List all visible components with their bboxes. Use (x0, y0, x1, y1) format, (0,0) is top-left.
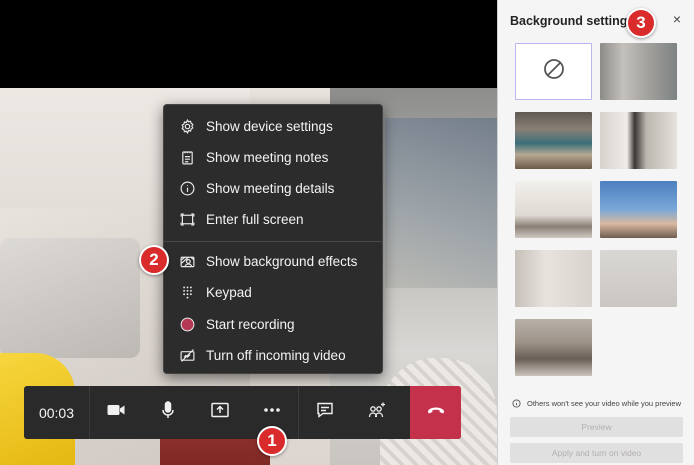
menu-item-turn-off-incoming-video[interactable]: Turn off incoming video (164, 340, 382, 370)
camera-button[interactable] (90, 386, 142, 439)
menu-item-label: Show device settings (206, 118, 333, 134)
callout-badge-3: 3 (626, 8, 656, 38)
call-timer: 00:03 (24, 386, 90, 439)
hang-up-icon (426, 400, 446, 425)
menu-item-background-effects[interactable]: Show background effects (164, 246, 382, 276)
preview-note: Others won't see your video while you pr… (512, 399, 688, 408)
background-option-image[interactable] (515, 250, 592, 307)
menu-item-label: Start recording (206, 316, 295, 332)
apply-and-turn-on-video-button[interactable]: Apply and turn on video (510, 443, 683, 463)
more-actions-icon (262, 400, 282, 425)
menu-item-start-recording[interactable]: Start recording (164, 309, 382, 339)
info-icon (512, 399, 521, 408)
background-option-blur[interactable] (600, 43, 677, 100)
notes-icon (178, 148, 196, 166)
background-option-image[interactable] (515, 112, 592, 169)
close-icon: × (672, 11, 682, 27)
panel-title: Background settings (510, 14, 635, 28)
menu-item-full-screen[interactable]: Enter full screen (164, 204, 382, 234)
background-option-image[interactable] (515, 181, 592, 238)
menu-item-keypad[interactable]: Keypad (164, 277, 382, 307)
video-window (385, 118, 497, 288)
call-control-bar: 00:03 (24, 386, 461, 439)
hang-up-button[interactable] (410, 386, 461, 439)
menu-item-meeting-notes[interactable]: Show meeting notes (164, 142, 382, 172)
share-screen-icon (210, 400, 230, 425)
chat-button[interactable] (299, 386, 351, 439)
callout-badge-1: 1 (257, 426, 287, 456)
microphone-icon (158, 400, 178, 425)
share-screen-button[interactable] (194, 386, 246, 439)
fullscreen-icon (178, 210, 196, 228)
info-icon (178, 179, 196, 197)
background-option-image[interactable] (600, 250, 677, 307)
menu-item-label: Enter full screen (206, 211, 304, 227)
menu-item-label: Show meeting notes (206, 149, 329, 165)
video-object (0, 238, 140, 358)
video-stage: Show device settings Show meeting notes … (0, 0, 497, 465)
video-off-icon (178, 346, 196, 364)
participants-icon (367, 400, 387, 425)
background-option-image[interactable] (600, 181, 677, 238)
menu-item-label: Show background effects (206, 253, 358, 269)
chat-icon (315, 400, 335, 425)
keypad-icon (178, 283, 196, 301)
menu-item-device-settings[interactable]: Show device settings (164, 111, 382, 141)
background-option-image[interactable] (600, 112, 677, 169)
record-icon (178, 315, 196, 333)
background-option-image[interactable] (515, 319, 592, 376)
more-actions-menu: Show device settings Show meeting notes … (163, 104, 383, 374)
menu-divider (164, 241, 382, 242)
menu-item-label: Turn off incoming video (206, 347, 346, 363)
background-option-none[interactable] (515, 43, 592, 100)
close-button[interactable]: × (669, 11, 685, 27)
menu-item-label: Show meeting details (206, 180, 335, 196)
callout-badge-2: 2 (139, 245, 169, 275)
menu-item-label: Keypad (206, 284, 252, 300)
participants-button[interactable] (351, 386, 403, 439)
no-background-icon (542, 57, 566, 86)
gear-icon (178, 117, 196, 135)
microphone-button[interactable] (142, 386, 194, 439)
camera-icon (106, 400, 126, 425)
background-settings-panel: Background settings × Others won't see y… (497, 0, 694, 465)
preview-button[interactable]: Preview (510, 417, 683, 437)
menu-item-meeting-details[interactable]: Show meeting details (164, 173, 382, 203)
preview-note-text: Others won't see your video while you pr… (527, 399, 682, 408)
background-effects-icon (178, 252, 196, 270)
